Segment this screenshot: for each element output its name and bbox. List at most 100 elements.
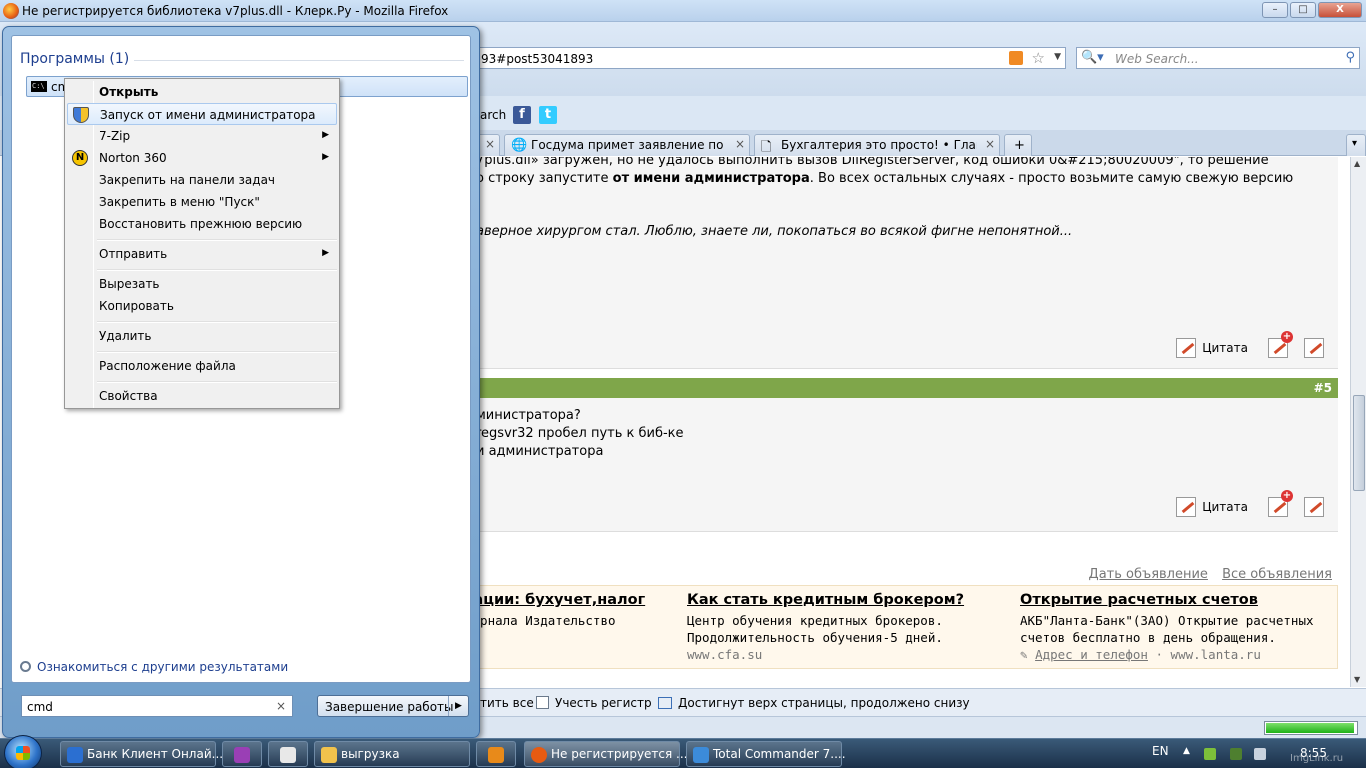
tab-buhgalteria[interactable]: 🗋 Бухгалтерия это просто! • Главная ×: [754, 134, 1000, 156]
reply-icon[interactable]: [1304, 338, 1324, 358]
url-dropdown-icon[interactable]: ▼: [1054, 52, 1061, 62]
shutdown-options-arrow[interactable]: ▶: [448, 696, 468, 716]
cmd-icon: C:\: [31, 81, 47, 92]
menu-item-norton[interactable]: N Norton 360 ▶: [67, 147, 337, 169]
menu-item-label[interactable]: Закрепить в меню "Пуск": [99, 195, 260, 209]
taskbar-label[interactable]: выгрузка: [341, 747, 400, 761]
menu-item-open[interactable]: Открыть: [67, 81, 337, 103]
volume-icon[interactable]: [1254, 748, 1266, 760]
new-tab-button[interactable]: +: [1004, 134, 1032, 156]
menu-item-run-as-admin[interactable]: Запуск от имени администратора: [67, 103, 337, 125]
facebook-icon[interactable]: f: [513, 106, 531, 124]
menu-item-copy[interactable]: Копировать: [67, 295, 337, 317]
menu-item-send-to[interactable]: Отправить ▶: [67, 243, 337, 265]
close-button[interactable]: X: [1318, 2, 1362, 18]
bookmark-star-icon[interactable]: ☆: [1032, 49, 1045, 67]
search-placeholder[interactable]: Web Search...: [1115, 52, 1199, 66]
taskbar-button-bank-client[interactable]: Банк Клиент Онлай...: [60, 741, 223, 767]
bookmark-partial[interactable]: arch: [480, 108, 506, 122]
taskbar-button-folder[interactable]: выгрузка: [314, 741, 470, 767]
menu-item-delete[interactable]: Удалить: [67, 325, 337, 347]
tab-close-icon[interactable]: ×: [485, 137, 495, 151]
shutdown-button[interactable]: Завершение работы ▶: [317, 695, 469, 717]
tab-list-button[interactable]: ▾: [1346, 134, 1366, 156]
search-engine-icon[interactable]: 🔍▾: [1081, 50, 1104, 65]
taskbar-button-firefox[interactable]: Не регистрируется ...: [524, 741, 688, 767]
ad-url[interactable]: www.cfa.su: [687, 646, 1007, 663]
url-bar[interactable]: 93#post53041893 ☆ ▼: [476, 47, 1066, 69]
page-scrollbar[interactable]: ▲ ▼: [1350, 157, 1366, 687]
start-search-input[interactable]: cmd ×: [21, 695, 293, 717]
menu-item-file-location[interactable]: Расположение файла: [67, 355, 337, 377]
menu-item-pin-start[interactable]: Закрепить в меню "Пуск": [67, 191, 337, 213]
taskbar-button-total-commander[interactable]: Total Commander 7....: [686, 741, 846, 767]
menu-item-label[interactable]: 7-Zip: [99, 129, 130, 143]
minimize-button[interactable]: –: [1262, 2, 1288, 18]
tab-close-icon[interactable]: ×: [985, 137, 995, 151]
taskbar-label[interactable]: Total Commander 7....: [713, 747, 846, 761]
menu-item-label[interactable]: Norton 360: [99, 151, 167, 165]
menu-item-pin-taskbar[interactable]: Закрепить на панели задач: [67, 169, 337, 191]
ad-url[interactable]: www.lanta.ru: [1171, 647, 1261, 662]
tray-app-icon[interactable]: [1204, 748, 1216, 760]
taskbar-pin-notepad[interactable]: [268, 741, 308, 767]
scroll-down-icon[interactable]: ▼: [1354, 675, 1360, 684]
see-more-results-link[interactable]: Ознакомиться с другими результатами: [20, 660, 288, 674]
twitter-icon[interactable]: t: [539, 106, 557, 124]
quote-icon[interactable]: [1176, 497, 1197, 517]
menu-item-label[interactable]: Расположение файла: [99, 359, 236, 373]
network-icon[interactable]: [1230, 748, 1242, 760]
multi-quote-icon[interactable]: [1268, 331, 1293, 358]
quote-button[interactable]: Цитата: [1202, 500, 1248, 514]
url-text[interactable]: 93#post53041893: [481, 52, 593, 66]
search-go-icon[interactable]: ⚲: [1345, 50, 1355, 65]
rss-icon[interactable]: [1009, 51, 1023, 65]
submit-ad-link[interactable]: Дать объявление: [1089, 567, 1208, 582]
menu-item-label[interactable]: Открыть: [99, 85, 158, 99]
scrollbar-thumb[interactable]: [1353, 395, 1365, 491]
menu-item-7zip[interactable]: 7-Zip ▶: [67, 125, 337, 147]
reply-icon[interactable]: [1304, 497, 1324, 517]
post-number[interactable]: #5: [1314, 381, 1332, 395]
ad-title[interactable]: Как стать кредитным брокером?: [687, 592, 1007, 609]
highlight-all-button[interactable]: тить все: [480, 696, 534, 710]
clear-search-icon[interactable]: ×: [276, 699, 286, 713]
menu-item-cut[interactable]: Вырезать: [67, 273, 337, 295]
start-button[interactable]: [4, 735, 42, 768]
web-search-box[interactable]: 🔍▾ Web Search... ⚲: [1076, 47, 1360, 69]
taskbar-pin-app[interactable]: [222, 741, 262, 767]
menu-item-label[interactable]: Удалить: [99, 329, 152, 343]
ad-title[interactable]: Открытие расчетных счетов: [1020, 592, 1340, 609]
checkbox-box[interactable]: [536, 696, 549, 709]
search-value[interactable]: cmd: [27, 700, 53, 714]
match-case-checkbox[interactable]: Учесть регистр: [536, 696, 652, 710]
menu-item-label[interactable]: Закрепить на панели задач: [99, 173, 275, 187]
tab-gosduma[interactable]: 🌐 Госдума примет заявление по Нюрнбергу …: [504, 134, 750, 156]
maximize-button[interactable]: □: [1290, 2, 1316, 18]
taskbar-label[interactable]: Банк Клиент Онлай...: [87, 747, 223, 761]
menu-item-label[interactable]: Запуск от имени администратора: [100, 108, 316, 122]
language-indicator[interactable]: EN: [1152, 744, 1169, 758]
scroll-up-icon[interactable]: ▲: [1354, 159, 1360, 168]
menu-item-label[interactable]: Копировать: [99, 299, 174, 313]
menu-item-label[interactable]: Восстановить прежнюю версию: [99, 217, 302, 231]
menu-item-label[interactable]: Свойства: [99, 389, 158, 403]
ad-item[interactable]: Как стать кредитным брокером? Центр обуч…: [687, 592, 1007, 663]
menu-item-label[interactable]: Отправить: [99, 247, 167, 261]
address-link[interactable]: Адрес и телефон: [1035, 647, 1148, 662]
quote-icon[interactable]: [1176, 338, 1197, 358]
quote-button[interactable]: Цитата: [1202, 341, 1248, 355]
menu-item-label[interactable]: Вырезать: [99, 277, 160, 291]
match-case-label[interactable]: Учесть регистр: [555, 696, 652, 710]
menu-item-restore-version[interactable]: Восстановить прежнюю версию: [67, 213, 337, 235]
all-ads-link[interactable]: Все объявления: [1222, 567, 1332, 582]
taskbar-label[interactable]: Не регистрируется ...: [551, 747, 688, 761]
shutdown-label[interactable]: Завершение работы: [325, 700, 454, 714]
show-hidden-icons[interactable]: ▲: [1183, 746, 1190, 756]
multi-quote-icon[interactable]: [1268, 490, 1293, 517]
taskbar-pin-media[interactable]: [476, 741, 516, 767]
see-more-results-label[interactable]: Ознакомиться с другими результатами: [37, 660, 288, 674]
menu-item-properties[interactable]: Свойства: [67, 385, 337, 407]
tab-close-icon[interactable]: ×: [735, 137, 745, 151]
ad-item[interactable]: Открытие расчетных счетов АКБ"Ланта-Банк…: [1020, 592, 1340, 663]
